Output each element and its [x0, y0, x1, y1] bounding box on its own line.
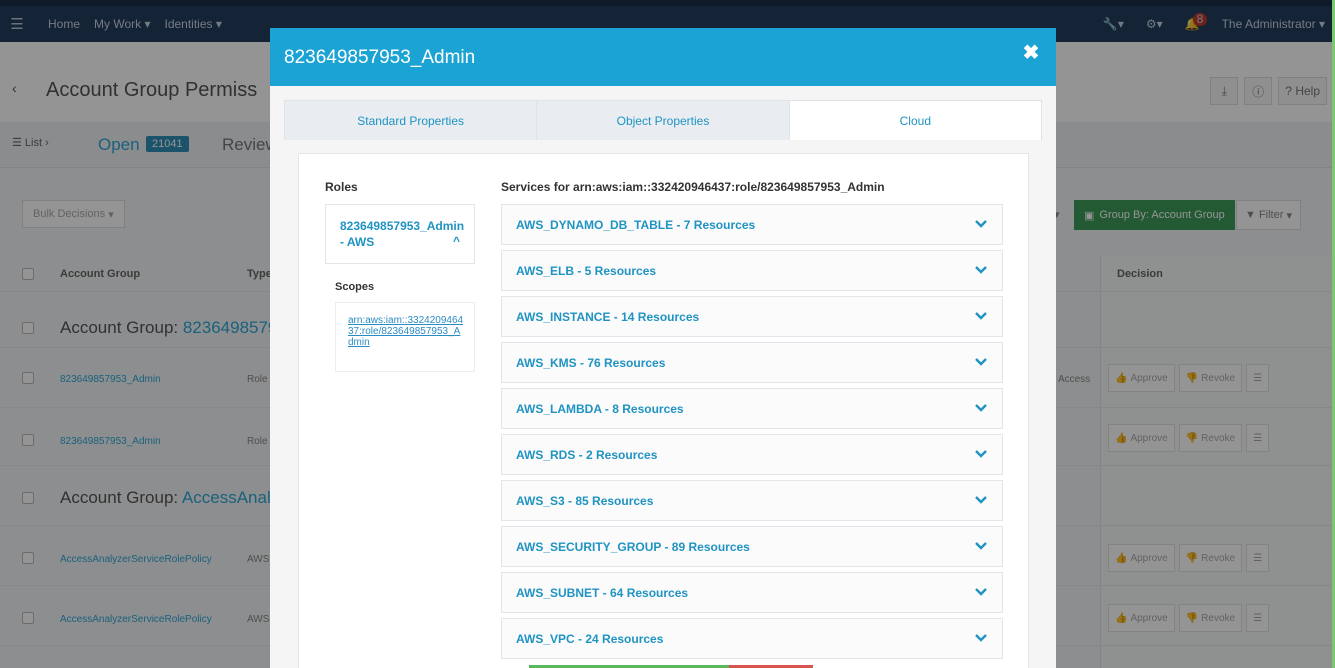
chevron-down-icon[interactable] — [974, 631, 988, 645]
service-label: AWS_KMS - 76 Resources — [516, 356, 666, 370]
service-item[interactable]: AWS_LAMBDA - 8 Resources — [501, 388, 1003, 429]
service-label: AWS_SECURITY_GROUP - 89 Resources — [516, 540, 750, 554]
cloud-panel: Roles 823649857953_Admin - AWS ^ Scopes … — [298, 153, 1029, 668]
service-item[interactable]: AWS_INSTANCE - 14 Resources — [501, 296, 1003, 337]
chevron-down-icon[interactable] — [974, 355, 988, 369]
scope-box: arn:aws:iam::332420946437:role/823649857… — [335, 302, 475, 372]
tab-standard-properties[interactable]: Standard Properties — [285, 101, 538, 140]
chevron-down-icon[interactable] — [974, 263, 988, 277]
service-item[interactable]: AWS_S3 - 85 Resources — [501, 480, 1003, 521]
service-label: AWS_ELB - 5 Resources — [516, 264, 657, 278]
service-label: AWS_INSTANCE - 14 Resources — [516, 310, 700, 324]
role-card[interactable]: 823649857953_Admin - AWS ^ — [325, 204, 475, 264]
chevron-down-icon[interactable] — [974, 217, 988, 231]
service-label: AWS_LAMBDA - 8 Resources — [516, 402, 684, 416]
service-label: AWS_S3 - 85 Resources — [516, 494, 654, 508]
modal-title: 823649857953_Admin — [284, 47, 476, 68]
close-icon[interactable]: ✖ — [1020, 42, 1042, 64]
modal-header: 823649857953_Admin ✖ — [270, 28, 1056, 86]
role-name: 823649857953_Admin - AWS — [340, 219, 465, 249]
chevron-down-icon[interactable] — [974, 447, 988, 461]
chevron-down-icon[interactable] — [974, 309, 988, 323]
service-item[interactable]: AWS_SUBNET - 64 Resources — [501, 572, 1003, 613]
service-item[interactable]: AWS_SECURITY_GROUP - 89 Resources — [501, 526, 1003, 567]
chevron-up-icon[interactable]: ^ — [453, 234, 460, 248]
service-item[interactable]: AWS_ELB - 5 Resources — [501, 250, 1003, 291]
chevron-down-icon[interactable] — [974, 585, 988, 599]
service-label: AWS_DYNAMO_DB_TABLE - 7 Resources — [516, 218, 756, 232]
service-item[interactable]: AWS_RDS - 2 Resources — [501, 434, 1003, 475]
service-label: AWS_RDS - 2 Resources — [516, 448, 658, 462]
service-label: AWS_VPC - 24 Resources — [516, 632, 664, 646]
service-item[interactable]: AWS_VPC - 24 Resources — [501, 618, 1003, 659]
chevron-down-icon[interactable] — [974, 539, 988, 553]
tab-cloud[interactable]: Cloud — [789, 101, 1041, 140]
services-heading: Services for arn:aws:iam::332420946437:r… — [501, 180, 885, 194]
scope-link[interactable]: arn:aws:iam::332420946437:role/823649857… — [348, 315, 464, 348]
tab-object-properties[interactable]: Object Properties — [537, 101, 790, 140]
chevron-down-icon[interactable] — [974, 401, 988, 415]
scopes-heading: Scopes — [335, 281, 375, 293]
service-item[interactable]: AWS_KMS - 76 Resources — [501, 342, 1003, 383]
object-details-modal: 823649857953_Admin ✖ Standard Properties… — [270, 28, 1056, 668]
service-item[interactable]: AWS_DYNAMO_DB_TABLE - 7 Resources — [501, 204, 1003, 245]
service-label: AWS_SUBNET - 64 Resources — [516, 586, 689, 600]
roles-heading: Roles — [325, 180, 358, 194]
chevron-down-icon[interactable] — [974, 493, 988, 507]
modal-tabs: Standard Properties Object Properties Cl… — [284, 100, 1042, 140]
